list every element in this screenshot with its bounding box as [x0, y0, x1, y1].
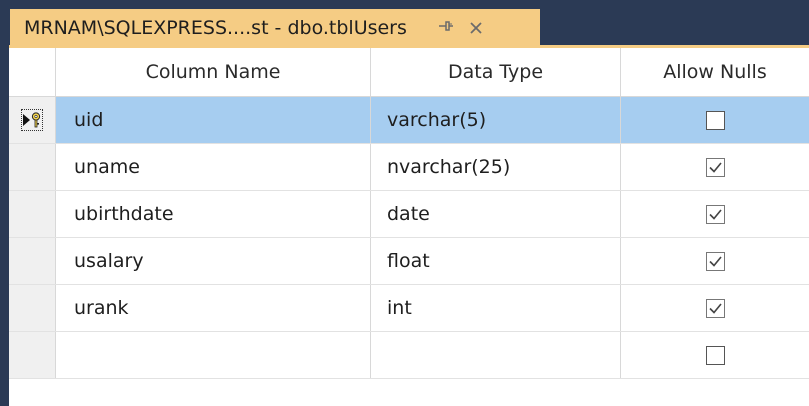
- left-rail: [0, 0, 9, 406]
- check-icon: [708, 255, 722, 267]
- row-selector[interactable]: [9, 238, 56, 284]
- allow-nulls-cell: [621, 97, 809, 143]
- header-allow-nulls[interactable]: Allow Nulls: [621, 48, 809, 96]
- row-selector[interactable]: [9, 332, 56, 378]
- row-selector-header: [9, 48, 56, 96]
- header-data-type[interactable]: Data Type: [371, 48, 621, 96]
- data-type-cell[interactable]: varchar(5): [371, 97, 621, 143]
- check-icon: [708, 161, 722, 173]
- new-table-row[interactable]: [9, 332, 809, 379]
- column-name-cell[interactable]: uid: [56, 97, 371, 143]
- current-row-indicator: [21, 109, 43, 131]
- table-designer-window: MRNAM\SQLEXPRESS....st - dbo.tblUsers Co…: [0, 0, 809, 406]
- column-name-cell[interactable]: urank: [56, 285, 371, 331]
- allow-nulls-cell: [621, 285, 809, 331]
- table-row[interactable]: uid varchar(5): [9, 97, 809, 144]
- grid-header: Column Name Data Type Allow Nulls: [9, 48, 809, 97]
- column-grid: Column Name Data Type Allow Nulls uid va…: [9, 48, 809, 379]
- document-tab[interactable]: MRNAM\SQLEXPRESS....st - dbo.tblUsers: [10, 9, 540, 46]
- data-type-cell[interactable]: float: [371, 238, 621, 284]
- row-selector[interactable]: [9, 191, 56, 237]
- table-row[interactable]: urank int: [9, 285, 809, 332]
- close-icon[interactable]: [467, 18, 485, 38]
- allow-nulls-checkbox[interactable]: [705, 157, 725, 177]
- allow-nulls-cell: [621, 332, 809, 378]
- allow-nulls-checkbox[interactable]: [705, 345, 725, 365]
- tab-title: MRNAM\SQLEXPRESS....st - dbo.tblUsers: [24, 16, 407, 39]
- column-name-cell[interactable]: usalary: [56, 238, 371, 284]
- data-type-cell[interactable]: [371, 332, 621, 378]
- allow-nulls-cell: [621, 144, 809, 190]
- row-selector[interactable]: [9, 285, 56, 331]
- primary-key-icon: [31, 112, 41, 128]
- pin-icon[interactable]: [437, 18, 455, 37]
- allow-nulls-cell: [621, 238, 809, 284]
- data-type-cell[interactable]: int: [371, 285, 621, 331]
- table-row[interactable]: uname nvarchar(25): [9, 144, 809, 191]
- data-type-cell[interactable]: date: [371, 191, 621, 237]
- header-column-name[interactable]: Column Name: [56, 48, 371, 96]
- allow-nulls-checkbox[interactable]: [705, 298, 725, 318]
- row-pointer-icon: [23, 114, 30, 126]
- allow-nulls-checkbox[interactable]: [705, 110, 725, 130]
- column-name-cell[interactable]: [56, 332, 371, 378]
- column-name-cell[interactable]: ubirthdate: [56, 191, 371, 237]
- row-selector[interactable]: [9, 144, 56, 190]
- data-type-cell[interactable]: nvarchar(25): [371, 144, 621, 190]
- allow-nulls-checkbox[interactable]: [705, 251, 725, 271]
- table-row[interactable]: usalary float: [9, 238, 809, 285]
- allow-nulls-cell: [621, 191, 809, 237]
- check-icon: [708, 302, 722, 314]
- check-icon: [708, 208, 722, 220]
- column-name-cell[interactable]: uname: [56, 144, 371, 190]
- table-row[interactable]: ubirthdate date: [9, 191, 809, 238]
- row-selector[interactable]: [9, 97, 56, 143]
- allow-nulls-checkbox[interactable]: [705, 204, 725, 224]
